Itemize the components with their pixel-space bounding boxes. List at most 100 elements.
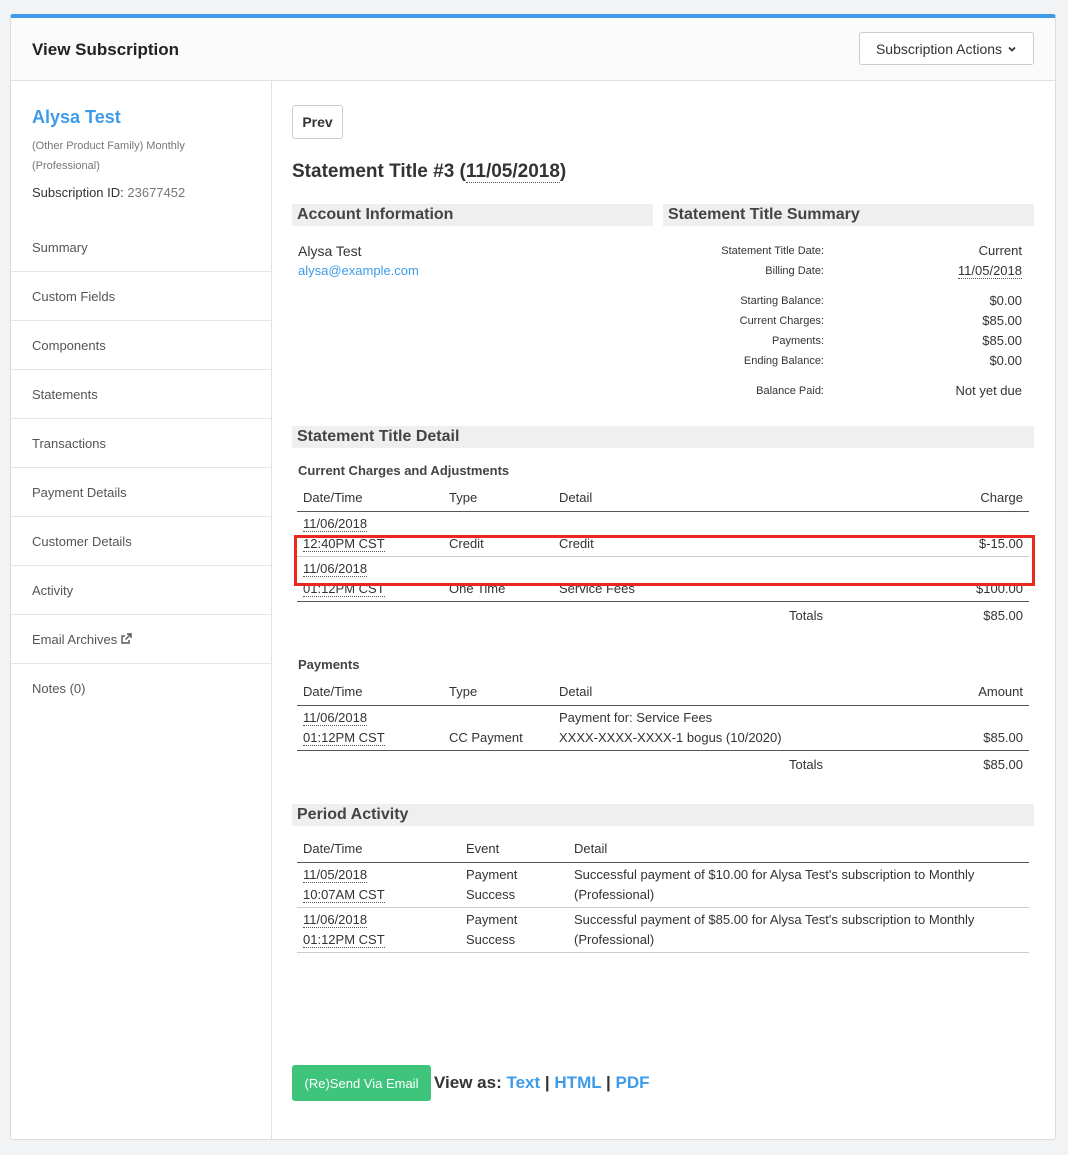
statement-title-suffix: ) xyxy=(559,161,567,182)
amount-cell: $-15.00 xyxy=(873,511,1029,557)
column-header: Date/Time xyxy=(297,485,443,512)
table-row: 11/06/2018 12:40PM CST Credit Credit $-15… xyxy=(297,511,1029,557)
table-row: 11/06/2018 01:12PM CST Payment Success Suc… xyxy=(297,907,1029,953)
sidebar-item-notes[interactable]: Notes (0) xyxy=(11,664,272,713)
time-text: 10:07AM CST xyxy=(303,886,385,903)
table-header-row: Date/Time Event Detail xyxy=(297,836,1029,863)
totals-label: Totals xyxy=(789,608,823,623)
amount-cell: $85.00 xyxy=(873,705,1029,751)
empty-cell xyxy=(443,750,553,777)
column-header: Amount xyxy=(873,679,1029,706)
chevron-down-icon xyxy=(1008,46,1016,52)
summary-row: Current Charges: $85.00 xyxy=(664,313,1022,333)
summary-row: Ending Balance: $0.00 xyxy=(664,353,1022,373)
totals-label: Totals xyxy=(789,757,823,772)
time-text: 01:12PM CST xyxy=(303,580,385,597)
totals-value: $85.00 xyxy=(983,608,1023,623)
event-line: Payment xyxy=(466,911,518,927)
bottom-actions: (Re)Send Via Email View as: Text | HTML … xyxy=(292,1065,650,1101)
account-email-link[interactable]: alysa@example.com xyxy=(298,263,419,278)
summary-row: Payments: $85.00 xyxy=(664,333,1022,353)
page-title: View Subscription xyxy=(32,40,180,59)
view-text-link[interactable]: Text xyxy=(506,1073,540,1092)
amount-cell: $100.00 xyxy=(873,556,1029,602)
account-information-heading: Account Information xyxy=(292,204,653,226)
totals-row: Totals $85.00 xyxy=(297,750,1029,777)
type-cell: CC Payment xyxy=(443,705,553,751)
view-html-link[interactable]: HTML xyxy=(554,1073,601,1092)
sidebar-item-label: Statements xyxy=(32,386,98,402)
account-name: Alysa Test xyxy=(298,243,362,259)
table-header-row: Date/Time Type Detail Amount xyxy=(297,679,1029,706)
sidebar-item-label: Custom Fields xyxy=(32,288,116,304)
summary-key: Current Charges: xyxy=(739,315,824,327)
statement-title: Statement Title #3 (11/05/2018) xyxy=(292,161,566,183)
sidebar-item-statements[interactable]: Statements xyxy=(11,370,272,419)
sidebar-item-label: Payment Details xyxy=(32,484,127,500)
date-text: 11/06/2018 xyxy=(303,560,368,577)
datetime-cell: 11/05/2018 10:07AM CST xyxy=(297,862,460,908)
totals-row: Totals $85.00 xyxy=(297,601,1029,628)
detail-cell: Successful payment of $10.00 for Alysa T… xyxy=(568,862,1029,908)
sidebar-item-label: Summary xyxy=(32,239,88,255)
sidebar-item-custom-fields[interactable]: Custom Fields xyxy=(11,272,272,321)
sidebar-item-label: Customer Details xyxy=(32,533,132,549)
sidebar-item-label: Transactions xyxy=(32,435,106,451)
summary-key: Billing Date: xyxy=(765,265,824,277)
empty-cell xyxy=(297,601,443,628)
column-header: Event xyxy=(460,836,568,863)
date-text: 11/06/2018 xyxy=(303,515,368,532)
time-text: 01:12PM CST xyxy=(303,931,385,948)
view-as-label: View as: xyxy=(434,1073,502,1092)
detail-line: XXXX-XXXX-XXXX-1 bogus (10/2020) xyxy=(559,729,782,745)
external-link-icon xyxy=(121,633,132,644)
summary-key: Starting Balance: xyxy=(740,295,824,307)
table-row: 11/06/2018 01:12PM CST CC Payment Payment… xyxy=(297,705,1029,751)
view-as: View as: Text | HTML | PDF xyxy=(434,1073,650,1093)
detail-cell: Service Fees xyxy=(553,556,873,602)
type-cell: Credit xyxy=(443,511,553,557)
sidebar-item-components[interactable]: Components xyxy=(11,321,272,370)
summary-row: Balance Paid: Not yet due xyxy=(664,383,1022,403)
datetime-cell: 11/06/2018 01:12PM CST xyxy=(297,556,443,602)
activity-table: Date/Time Event Detail 11/05/2018 10:07AM… xyxy=(297,836,1029,953)
date-text: 11/06/2018 xyxy=(303,709,368,726)
totals-value: $85.00 xyxy=(983,757,1023,772)
type-cell: One Time xyxy=(443,556,553,602)
event-line: Success xyxy=(466,931,516,947)
table-row: 11/05/2018 10:07AM CST Payment Success Suc… xyxy=(297,862,1029,908)
sidebar-item-label: Email Archives xyxy=(32,631,118,647)
view-pdf-link[interactable]: PDF xyxy=(616,1073,650,1092)
sidebar-item-email-archives[interactable]: Email Archives xyxy=(11,615,272,664)
sidebar-item-transactions[interactable]: Transactions xyxy=(11,419,272,468)
datetime-cell: 11/06/2018 12:40PM CST xyxy=(297,511,443,557)
resend-email-button[interactable]: (Re)Send Via Email xyxy=(292,1065,431,1101)
subscription-panel: View Subscription Subscription Actions A… xyxy=(10,14,1056,1140)
column-header: Type xyxy=(443,485,553,512)
column-header: Detail xyxy=(568,836,1029,863)
detail-cell: Payment for: Service Fees XXXX-XXXX-XXXX-… xyxy=(553,705,873,751)
customer-plan: (Other Product Family) Monthly (Professi… xyxy=(32,140,185,172)
summary-key: Statement Title Date: xyxy=(721,245,824,257)
sidebar-item-customer-details[interactable]: Customer Details xyxy=(11,517,272,566)
statement-title-date: 11/05/2018 xyxy=(465,161,560,183)
subscription-actions-button[interactable]: Subscription Actions xyxy=(859,32,1034,65)
prev-button[interactable]: Prev xyxy=(292,105,343,139)
time-text: 12:40PM CST xyxy=(303,535,385,552)
sidebar-item-activity[interactable]: Activity xyxy=(11,566,272,615)
subscription-actions-label: Subscription Actions xyxy=(875,40,1003,57)
sidebar-item-summary[interactable]: Summary xyxy=(11,223,272,272)
datetime-cell: 11/06/2018 01:12PM CST xyxy=(297,907,460,953)
customer-name-link[interactable]: Alysa Test xyxy=(32,107,121,128)
separator: | xyxy=(606,1073,611,1092)
sidebar-item-payment-details[interactable]: Payment Details xyxy=(11,468,272,517)
column-header: Detail xyxy=(553,485,873,512)
summary-row: Starting Balance: $0.00 xyxy=(664,293,1022,313)
table-row: 11/06/2018 01:12PM CST One Time Service F… xyxy=(297,556,1029,602)
summary-key: Payments: xyxy=(772,335,824,347)
sidebar-item-label: Notes (0) xyxy=(32,681,86,696)
event-cell: Payment Success xyxy=(460,862,568,908)
event-line: Payment xyxy=(466,866,518,882)
time-text: 01:12PM CST xyxy=(303,729,385,746)
summary-value: Not yet due xyxy=(955,383,1023,398)
